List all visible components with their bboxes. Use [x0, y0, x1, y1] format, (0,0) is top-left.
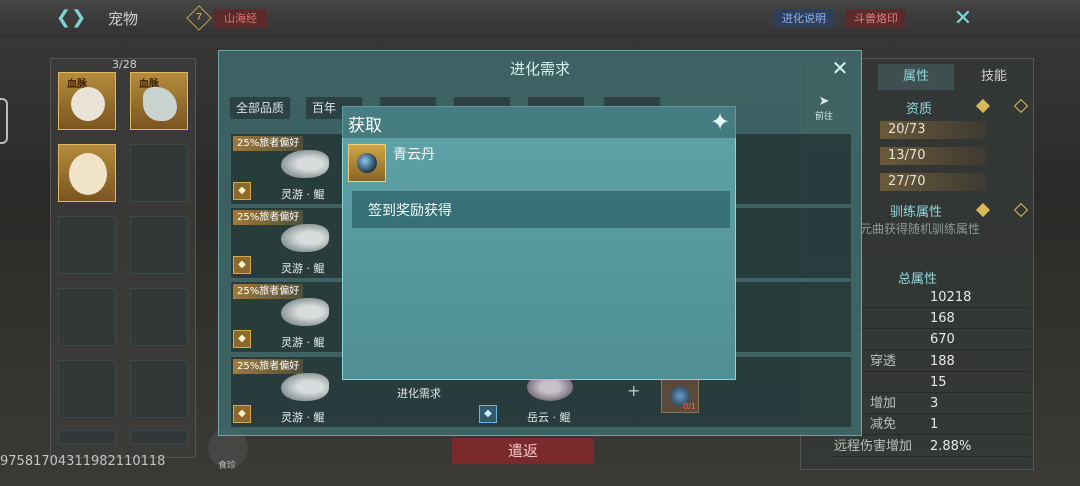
- pet-slot[interactable]: 血脉: [58, 72, 116, 130]
- aptitude-bar: 27/70: [880, 173, 986, 191]
- close-icon[interactable]: ✦: [706, 108, 734, 136]
- preference-tag: 25%旅者偏好: [233, 359, 304, 374]
- popup-title-bar: [342, 106, 736, 138]
- empty-pet-slot[interactable]: [130, 430, 188, 444]
- pet-id: 975817043119821101​18: [0, 454, 166, 469]
- tab-skills[interactable]: 技能: [956, 64, 1032, 90]
- empty-pet-slot[interactable]: [130, 216, 188, 274]
- empty-pet-slot[interactable]: [58, 216, 116, 274]
- empty-pet-slot[interactable]: [130, 360, 188, 418]
- pill-icon: [357, 153, 377, 173]
- pet-avatar: [143, 87, 177, 121]
- total-attributes-title: 总属性: [898, 272, 938, 287]
- item-name: 青云丹: [393, 147, 435, 163]
- empty-pet-slot[interactable]: [130, 144, 188, 202]
- empty-pet-slot[interactable]: [58, 288, 116, 346]
- release-button[interactable]: 遣返: [452, 438, 594, 464]
- item-icon: [348, 144, 386, 182]
- side-drawer-handle[interactable]: [0, 98, 8, 144]
- pet-image: [281, 373, 329, 401]
- pet-name: 灵游 · 鲲: [281, 188, 325, 201]
- pet-name: 灵游 · 鲲: [281, 262, 325, 275]
- pet-image: [281, 150, 329, 178]
- evolution-panel-title: 进化需求: [509, 60, 570, 78]
- acquire-source-text: 签到奖励获得: [368, 203, 452, 219]
- feed-label: 食珍: [218, 461, 237, 471]
- popup-title: 获取: [348, 116, 382, 136]
- pet-name: 灵游 · 鲲: [281, 336, 325, 349]
- plus-icon: +: [627, 381, 641, 400]
- target-pet-name: 岳云 · 鲲: [527, 411, 571, 424]
- pet-count: 3/28: [112, 58, 137, 71]
- page-title: 宠物: [108, 10, 139, 28]
- preference-tag: 25%旅者偏好: [233, 284, 304, 299]
- beast-mark-button[interactable]: 斗兽烙印: [846, 9, 906, 28]
- pet-name: 灵游 · 鲲: [281, 411, 325, 424]
- back-arrow-icon: ❮❯: [56, 7, 87, 28]
- empty-pet-slot[interactable]: [130, 288, 188, 346]
- preference-tag: 25%旅者偏好: [233, 210, 304, 225]
- preference-tag: 25%旅者偏好: [233, 136, 304, 151]
- pet-type-icon: ◆: [233, 330, 251, 348]
- close-icon[interactable]: ✕: [950, 6, 976, 32]
- pet-image: [281, 224, 329, 252]
- pet-image: [281, 298, 329, 326]
- close-icon[interactable]: ✕: [828, 56, 852, 80]
- evolution-requirement-label: 进化需求: [397, 387, 441, 400]
- goto-button[interactable]: ➤ 前往: [808, 94, 840, 122]
- tab-attributes[interactable]: 属性: [878, 64, 954, 90]
- pet-type-icon: ◆: [233, 256, 251, 274]
- pet-slot[interactable]: [58, 144, 116, 202]
- shanhaijing-tag[interactable]: 山海经: [214, 9, 267, 28]
- stat-row: 远程伤害增加 2.88%: [830, 437, 1030, 457]
- required-item-slot[interactable]: 0/1: [661, 379, 699, 413]
- aptitude-bar: 13/70: [880, 147, 986, 165]
- evolution-info-button[interactable]: 进化说明: [774, 9, 834, 28]
- aptitude-bar: 20/73: [880, 121, 986, 139]
- pet-avatar: [69, 153, 107, 195]
- aptitude-title: 资质: [906, 102, 933, 117]
- training-title: 驯练属性: [890, 205, 943, 220]
- training-note: 元曲获得随机驯练属性: [860, 222, 981, 236]
- pet-type-icon: ◆: [233, 182, 251, 200]
- goto-arrow-icon: ➤: [818, 94, 830, 109]
- empty-pet-slot[interactable]: [58, 430, 116, 444]
- pet-slot[interactable]: 血脉: [130, 72, 188, 130]
- item-count: 0/1: [683, 402, 696, 411]
- filter-all-quality[interactable]: 全部品质: [230, 97, 291, 119]
- top-bar: [0, 0, 1080, 38]
- target-pet-type-icon: ◆: [479, 405, 497, 423]
- pet-avatar: [71, 87, 105, 121]
- empty-pet-slot[interactable]: [58, 360, 116, 418]
- pet-type-icon: ◆: [233, 405, 251, 423]
- back-button[interactable]: ❮❯: [56, 7, 87, 29]
